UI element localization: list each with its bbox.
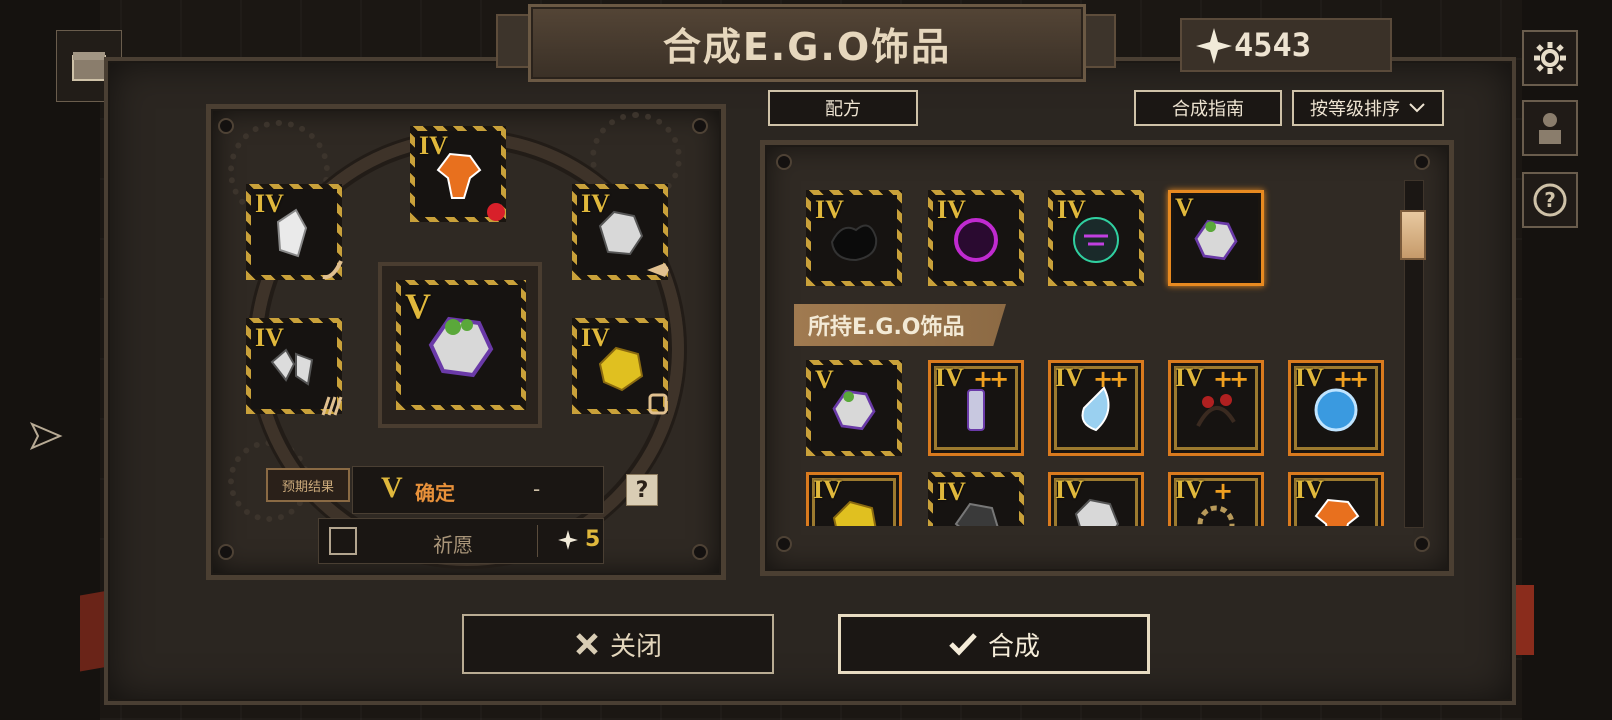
close-label: 关闭 (609, 631, 662, 662)
owned-section-header: 所持E.G.O饰品 (794, 304, 1006, 346)
title-cap-left (496, 14, 530, 68)
craft-label: 合成 (987, 631, 1040, 662)
orange-crystal-icon (1314, 498, 1360, 526)
bolt (692, 118, 708, 134)
guide-button[interactable]: 合成指南 (1134, 90, 1282, 126)
expected-result-label: 预期结果 (266, 468, 350, 502)
bolt (218, 544, 234, 560)
currency-display: 4543 (1180, 18, 1392, 72)
svg-text:?: ? (1544, 188, 1556, 212)
owned-item[interactable]: IV (1048, 472, 1144, 526)
owned-item[interactable]: IV + (1168, 472, 1264, 526)
neon-mask-icon (1073, 216, 1119, 263)
title-plate: 合成E.G.O饰品 (528, 4, 1086, 82)
craft-slot-lower-right[interactable]: IV (572, 318, 668, 415)
craft-slot-top[interactable]: IV (410, 126, 506, 222)
star-icon (558, 529, 578, 550)
owned-item[interactable]: IV (928, 472, 1024, 526)
result-status: 确定 (415, 481, 455, 505)
ore-with-leaves-icon (832, 389, 876, 430)
craft-button[interactable]: 合成 (838, 614, 1150, 674)
ore-with-leaves-icon (428, 317, 494, 378)
arrowhead-icon (647, 263, 669, 277)
settings-gear-icon[interactable] (1522, 30, 1578, 86)
black-smoke-icon (830, 224, 878, 261)
chevron-down-icon (1409, 103, 1425, 113)
close-icon (576, 633, 598, 655)
gauntlet-icon (648, 393, 668, 415)
craft-slot-upper-left[interactable]: IV (246, 184, 343, 280)
gold-ore-icon (598, 346, 644, 391)
divider (537, 525, 538, 557)
wish-cost: 5 (557, 527, 600, 552)
result-value: - (533, 477, 541, 501)
owned-item[interactable]: IV ++ (1288, 360, 1384, 456)
ore-with-leaves-icon (1194, 219, 1238, 260)
grey-rock-icon (1074, 498, 1120, 526)
page-title: 合成E.G.O饰品 (662, 24, 952, 69)
craft-slot-lower-left[interactable]: IV (246, 318, 343, 416)
wish-row: 祈愿 5 (318, 518, 604, 564)
owned-item[interactable]: IV ++ (1168, 360, 1264, 456)
scrollbar-thumb[interactable] (1400, 210, 1426, 260)
red-splat-icon (487, 203, 505, 221)
expected-result-box: V 确定 - (352, 466, 604, 514)
profile-icon[interactable] (1522, 100, 1578, 156)
rose-vine-icon (1196, 393, 1236, 427)
scratch-icon (321, 396, 343, 416)
currency-amount: 4543 (1234, 26, 1312, 64)
recipe-item-selected[interactable]: V (1168, 190, 1264, 286)
checkmark-icon (949, 633, 977, 656)
potion-bottle-icon (967, 388, 985, 431)
bolt (218, 118, 234, 134)
bolt (1414, 154, 1430, 170)
recipe-label: 配方 (825, 99, 861, 120)
wish-label: 祈愿 (433, 533, 473, 557)
title-cap-right (1082, 14, 1116, 68)
owned-item[interactable]: IV (1288, 472, 1384, 526)
sort-dropdown[interactable]: 按等级排序 (1292, 90, 1444, 126)
wish-cost-value: 5 (585, 527, 601, 552)
recipe-button[interactable]: 配方 (768, 90, 918, 126)
gold-ore-icon (832, 500, 877, 526)
help-button[interactable]: ? (626, 474, 658, 506)
result-tier: V (381, 471, 403, 504)
send-arrow-icon[interactable] (28, 418, 64, 454)
owned-item[interactable]: IV ++ (1048, 360, 1144, 456)
dark-mass-icon (954, 502, 999, 526)
star-icon (1196, 28, 1232, 64)
orange-crystal-icon (436, 152, 482, 199)
owned-item[interactable]: IV ++ (928, 360, 1024, 456)
close-button[interactable]: 关闭 (462, 614, 774, 674)
help-circle-icon[interactable]: ? (1522, 172, 1578, 228)
blue-orb-icon (1314, 388, 1358, 432)
owned-item[interactable]: V (806, 360, 902, 456)
recipe-item[interactable]: IV (928, 190, 1024, 286)
recipe-item[interactable]: IV (1048, 190, 1144, 286)
white-shard-icon (276, 208, 308, 257)
water-drop-icon (1081, 386, 1110, 431)
bolt (1414, 536, 1430, 552)
wish-checkbox[interactable] (329, 527, 357, 555)
broken-shards-icon (270, 348, 314, 386)
grey-rock-icon (598, 210, 644, 255)
recipe-item[interactable]: IV (806, 190, 902, 286)
owned-items-grid: V IV ++ IV ++ IV ++ IV ++ IV IV IV IV + … (790, 350, 1410, 526)
gear-hand-icon (1197, 505, 1235, 526)
bolt (776, 536, 792, 552)
guide-label: 合成指南 (1172, 99, 1244, 120)
bolt (776, 154, 792, 170)
owned-item[interactable]: IV (806, 472, 902, 526)
claw-icon (322, 260, 343, 280)
purple-swirl-icon (954, 217, 998, 262)
craft-slot-upper-right[interactable]: IV (572, 184, 669, 280)
bolt (692, 544, 708, 560)
sort-label: 按等级排序 (1310, 99, 1400, 120)
craft-slot-center[interactable]: V (396, 280, 526, 410)
